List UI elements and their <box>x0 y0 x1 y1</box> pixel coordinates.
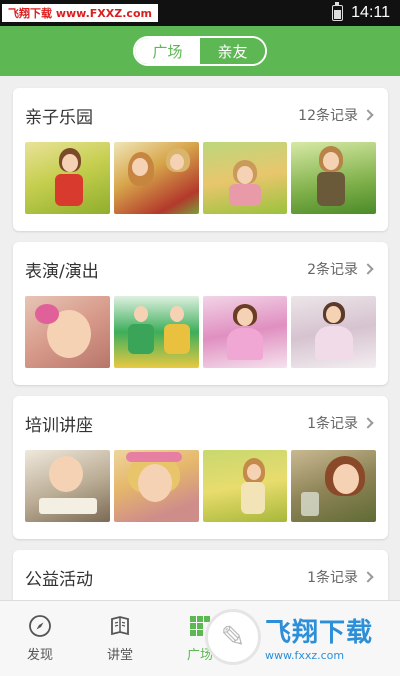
watermark-title: 飞翔下载 <box>265 618 374 648</box>
photo-thumbnail[interactable] <box>291 296 376 368</box>
photo-thumbnail[interactable] <box>25 450 110 522</box>
content-list[interactable]: 亲子乐园 12条记录 表演/演出 2条记录 培训讲座 1条记录 公益活动 1条记… <box>0 76 400 600</box>
section-count: 2条记录 <box>307 262 358 278</box>
section-card-charity[interactable]: 公益活动 1条记录 <box>13 550 388 600</box>
battery-icon <box>332 2 344 21</box>
photo-strip <box>13 450 388 522</box>
section-count: 1条记录 <box>307 570 358 586</box>
nav-item-lecture[interactable]: 讲堂 <box>80 601 160 676</box>
photo-thumbnail[interactable] <box>25 142 110 214</box>
tab-square[interactable]: 广场 <box>135 38 200 64</box>
watermark-logo-icon: ✎ <box>205 609 261 665</box>
watermark-top: 飞翔下载 www.FXXZ.com <box>2 4 158 22</box>
section-header: 表演/演出 2条记录 <box>13 242 388 296</box>
photo-thumbnail[interactable] <box>113 450 199 522</box>
photo-thumbnail[interactable] <box>291 450 376 522</box>
section-card-performance[interactable]: 表演/演出 2条记录 <box>13 242 388 385</box>
chevron-right-icon <box>362 263 374 275</box>
header: 广场 亲友 <box>0 26 400 76</box>
watermark-url: www.fxxz.com <box>265 649 345 662</box>
photo-thumbnail[interactable] <box>202 450 288 522</box>
section-card-parent-child[interactable]: 亲子乐园 12条记录 <box>13 88 388 231</box>
watermark-text: 飞翔下载 www.fxxz.com <box>265 612 373 662</box>
photo-thumbnail[interactable] <box>113 296 199 368</box>
photo-thumbnail[interactable] <box>113 142 199 214</box>
section-more-link[interactable]: 2条记录 <box>307 259 376 279</box>
photo-thumbnail[interactable] <box>291 142 376 214</box>
section-title: 表演/演出 <box>25 261 99 282</box>
section-title: 公益活动 <box>25 569 93 590</box>
watermark-bottom: ✎ 飞翔下载 www.fxxz.com <box>205 606 395 668</box>
section-header: 公益活动 1条记录 <box>13 550 388 600</box>
photo-thumbnail[interactable] <box>202 296 288 368</box>
tab-friends[interactable]: 亲友 <box>200 38 265 64</box>
nav-item-discover[interactable]: 发现 <box>0 601 80 676</box>
status-bar: 飞翔下载 www.FXXZ.com 14:11 <box>0 0 400 26</box>
photo-thumbnail[interactable] <box>25 296 110 368</box>
photo-strip <box>13 142 388 214</box>
section-title: 亲子乐园 <box>25 107 93 128</box>
photo-thumbnail[interactable] <box>202 142 288 214</box>
book-icon <box>111 616 129 636</box>
nav-label: 讲堂 <box>106 648 133 663</box>
nav-label: 发现 <box>26 648 53 663</box>
section-more-link[interactable]: 12条记录 <box>298 105 376 125</box>
section-more-link[interactable]: 1条记录 <box>307 413 376 433</box>
chevron-right-icon <box>362 571 374 583</box>
compass-icon <box>29 615 51 637</box>
section-header: 培训讲座 1条记录 <box>13 396 388 450</box>
chevron-right-icon <box>362 109 374 121</box>
section-header: 亲子乐园 12条记录 <box>13 88 388 142</box>
section-count: 1条记录 <box>307 416 358 432</box>
status-time: 14:11 <box>351 4 390 21</box>
section-card-training[interactable]: 培训讲座 1条记录 <box>13 396 388 539</box>
section-more-link[interactable]: 1条记录 <box>307 567 376 587</box>
chevron-right-icon <box>362 417 374 429</box>
section-count: 12条记录 <box>298 108 358 124</box>
tab-switcher: 广场 亲友 <box>133 36 267 66</box>
section-title: 培训讲座 <box>25 415 93 436</box>
photo-strip <box>13 296 388 368</box>
